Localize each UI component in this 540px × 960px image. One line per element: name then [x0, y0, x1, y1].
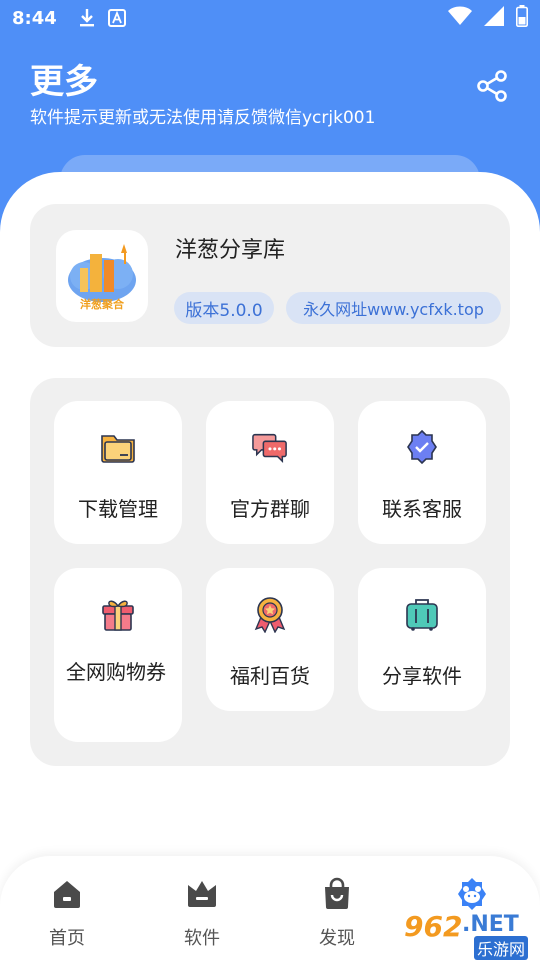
- app-logo-text: 洋葱聚合: [80, 298, 124, 311]
- watermark-number: 962: [404, 910, 463, 943]
- function-grid: 下载管理 官方群聊 联系客服 全网购物券 福利百货 分享软件: [30, 378, 510, 766]
- share-button[interactable]: [474, 70, 510, 106]
- website-chip[interactable]: 永久网址www.ycfxk.top: [286, 292, 501, 324]
- nav-label: 发现: [319, 928, 355, 949]
- nav-item-software[interactable]: 软件: [162, 876, 242, 952]
- tile-download-manager[interactable]: 下载管理: [54, 401, 182, 544]
- verified-badge-icon: [404, 429, 440, 465]
- nav-label: 首页: [49, 928, 85, 949]
- chat-bubbles-icon: [252, 429, 288, 465]
- app-logo: 洋葱聚合: [56, 230, 148, 322]
- tile-share-software[interactable]: 分享软件: [358, 568, 486, 711]
- app-info-card: 洋葱聚合 洋葱分享库 版本5.0.0 永久网址www.ycfxk.top: [30, 204, 510, 347]
- home-icon: [49, 876, 85, 912]
- signal-icon: [484, 5, 504, 31]
- tile-label: 全网购物券: [66, 660, 166, 684]
- nav-item-discover[interactable]: 发现: [297, 876, 377, 952]
- bear-icon: [454, 876, 490, 912]
- version-chip: 版本5.0.0: [174, 292, 274, 324]
- download-icon: [77, 8, 97, 28]
- page-subtitle: 软件提示更新或无法使用请反馈微信ycrjk001: [30, 108, 376, 128]
- tile-shopping-coupons[interactable]: 全网购物券: [54, 568, 182, 742]
- wifi-icon: [448, 6, 472, 31]
- medal-icon: [252, 596, 288, 633]
- nav-item-home[interactable]: 首页: [27, 876, 107, 952]
- tile-contact-support[interactable]: 联系客服: [358, 401, 486, 544]
- watermark: 962 .NET 乐游网: [400, 910, 540, 960]
- tile-label: 福利百货: [230, 664, 310, 688]
- share-icon: [475, 69, 509, 107]
- watermark-suffix: .NET: [462, 912, 519, 937]
- tile-label: 分享软件: [382, 664, 462, 688]
- tile-official-group[interactable]: 官方群聊: [206, 401, 334, 544]
- crown-icon: [184, 876, 220, 912]
- folder-icon: [100, 429, 136, 465]
- tile-label: 官方群聊: [230, 497, 310, 521]
- gift-icon: [100, 596, 136, 632]
- watermark-sub: 乐游网: [474, 936, 529, 960]
- status-bar: 8:44: [0, 0, 540, 36]
- luggage-icon: [404, 596, 440, 632]
- tile-label: 联系客服: [382, 497, 462, 521]
- font-a-icon: [107, 8, 127, 28]
- app-name: 洋葱分享库: [175, 238, 286, 263]
- battery-icon: [516, 4, 528, 32]
- nav-label: 软件: [184, 928, 220, 949]
- status-time: 8:44: [12, 7, 57, 29]
- page-title: 更多: [30, 62, 98, 102]
- bag-icon: [319, 876, 355, 912]
- tile-welfare-goods[interactable]: 福利百货: [206, 568, 334, 711]
- tile-label: 下载管理: [78, 497, 158, 521]
